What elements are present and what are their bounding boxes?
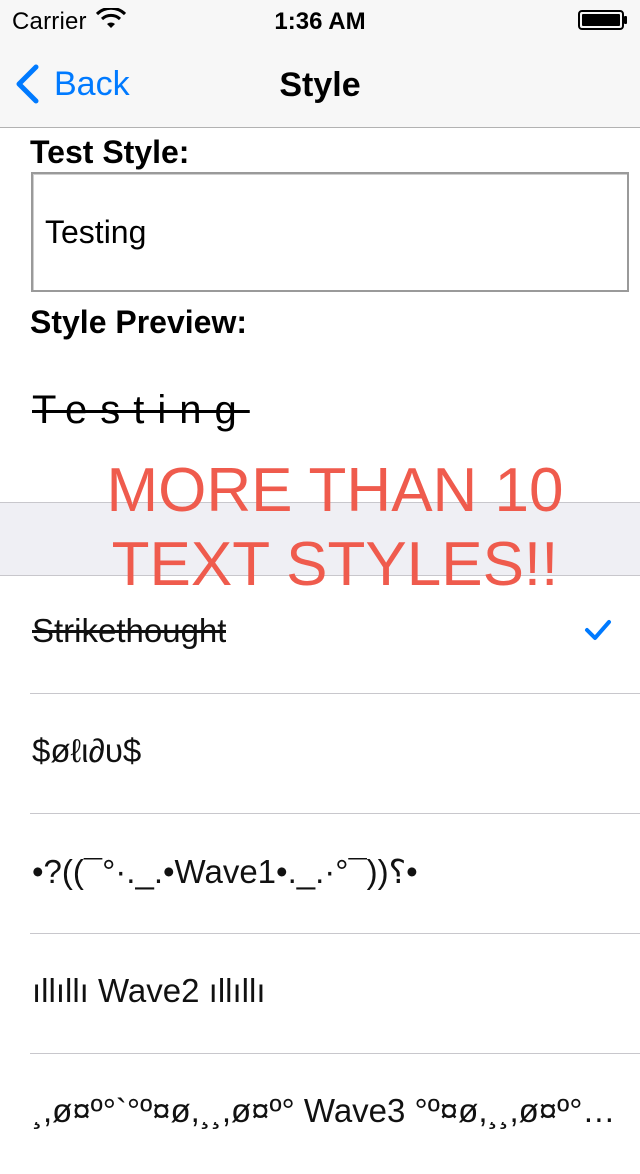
status-time: 1:36 AM [274,8,366,35]
status-bar: Carrier 1:36 AM [0,0,640,40]
style-row-wave1[interactable]: •?((¯°·._.•Wave1•._.·°¯))؟• [0,814,640,934]
style-preview-text: Testing [32,388,250,432]
style-preview-label: Style Preview: [30,304,247,340]
style-row-strikethought[interactable]: Strikethought [0,574,640,694]
battery-icon [578,10,627,30]
style-list: Strikethought $øℓι∂υ$ •?((¯°·._.•Wave1•.… [0,574,640,1174]
style-row-label: $øℓι∂υ$ [32,732,142,769]
test-style-label: Test Style: [30,134,190,170]
style-row-label: ¸,ø¤º°`°º¤ø,¸¸,ø¤º° Wave3 °º¤ø,¸¸,ø¤º°`°… [32,1092,622,1129]
style-row-solidus[interactable]: $øℓι∂υ$ [0,694,640,814]
style-row-label: •?((¯°·._.•Wave1•._.·°¯))؟• [32,853,418,890]
style-row-wave2[interactable]: ıllıllı Wave2 ıllıllı [0,934,640,1054]
promo-line-1: MORE THAN 10 [106,456,564,525]
style-row-label: Strikethought [32,612,227,649]
navigation-bar: Back Style [0,40,640,128]
page-title: Style [279,66,361,104]
test-style-input[interactable] [31,172,629,292]
style-row-label: ıllıllı Wave2 ıllıllı [32,972,266,1009]
style-row-wave3[interactable]: ¸,ø¤º°`°º¤ø,¸¸,ø¤º° Wave3 °º¤ø,¸¸,ø¤º°`°… [0,1054,640,1174]
checkmark-icon [585,620,611,640]
